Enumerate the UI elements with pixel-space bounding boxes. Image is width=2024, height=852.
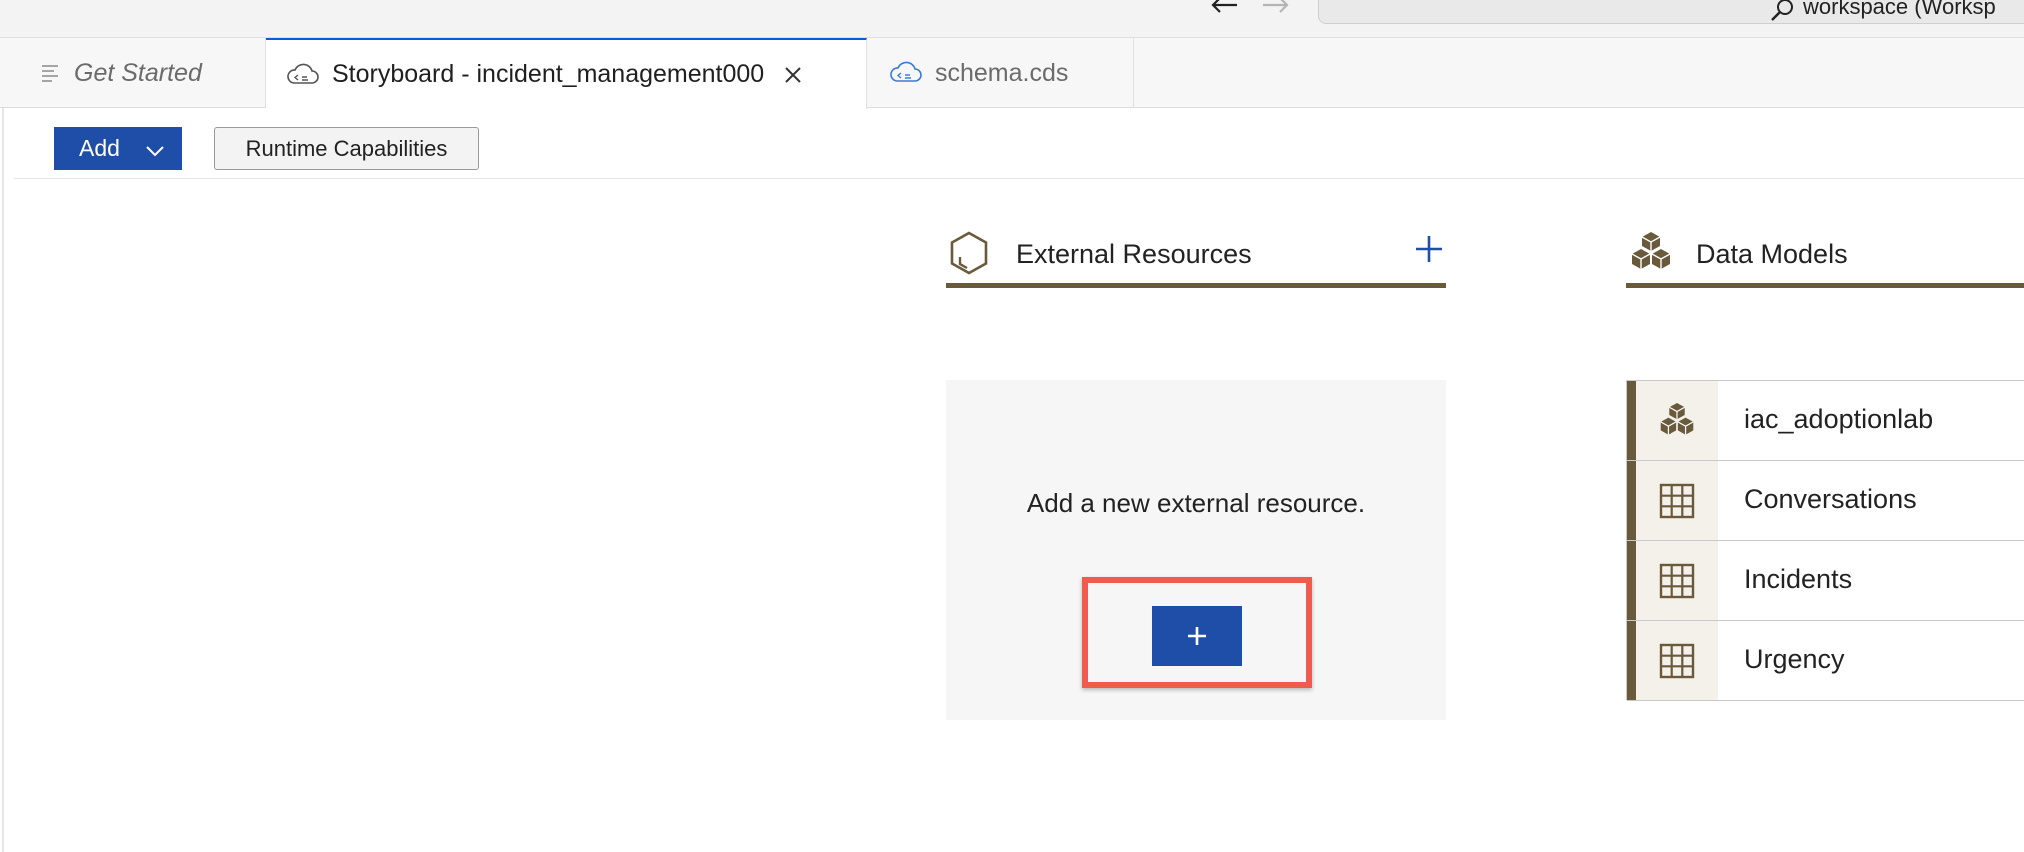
forward-arrow-icon[interactable] [1258,0,1294,16]
title-bar: workspace (Worksp [0,0,2024,38]
plus-icon [1188,627,1206,645]
search-text: workspace (Worksp [1803,0,1996,19]
list-item[interactable]: Urgency [1627,621,2024,701]
empty-state-message: Add a new external resource. [1026,488,1366,518]
data-models-list: iac_adoptionlab Conversations Incidents … [1626,380,2024,701]
row-accent-bar [1627,461,1636,540]
table-icon [1636,621,1718,700]
tab-label: Storyboard - incident_management000 [332,60,765,88]
data-models-title: Data Models [1696,239,1848,269]
lines-icon [40,58,60,88]
add-dropdown-button[interactable]: Add [54,127,182,170]
add-button-label: Add [79,135,120,161]
tab-label: Get Started [74,58,202,87]
cloud-code-icon [889,58,923,88]
cube-icon [1630,230,1672,276]
table-icon [1636,541,1718,620]
chevron-down-icon [144,139,166,157]
data-model-label: iac_adoptionlab [1744,404,1934,434]
external-resources-title: External Resources [1016,239,1252,269]
back-arrow-icon[interactable] [1206,0,1242,16]
tab-schema-cds[interactable]: schema.cds [867,38,1134,108]
cube-icon [1636,381,1718,460]
external-resources-empty-panel: Add a new external resource. [946,380,1446,720]
list-item[interactable]: Conversations [1627,461,2024,541]
editor-left-border [2,108,4,852]
command-center-search[interactable]: workspace (Worksp [1318,0,2024,24]
list-item[interactable]: iac_adoptionlab [1627,381,2024,461]
data-model-label: Urgency [1744,644,1845,674]
list-item[interactable]: Incidents [1627,541,2024,621]
data-model-label: Conversations [1744,484,1917,514]
external-resource-icon [948,230,990,276]
data-models-header: Data Models [1626,228,2024,288]
row-accent-bar [1627,621,1636,700]
search-icon [1767,0,1797,23]
storyboard-toolbar: Add Runtime Capabilities [14,108,2024,179]
add-external-resource-plus-icon[interactable] [1412,230,1446,268]
tab-get-started[interactable]: Get Started [4,38,266,108]
tab-storyboard[interactable]: Storyboard - incident_management000 [266,38,867,109]
row-accent-bar [1627,381,1636,460]
editor-tab-bar: Get Started Storyboard - incident_manage… [0,38,2024,109]
tab-label: schema.cds [935,58,1069,87]
runtime-capabilities-button[interactable]: Runtime Capabilities [214,127,479,170]
external-resources-header: External Resources [946,228,1446,288]
cloud-code-icon [286,60,320,90]
table-icon [1636,461,1718,540]
row-accent-bar [1627,541,1636,620]
add-external-resource-button[interactable] [1152,606,1242,666]
close-icon[interactable] [780,62,806,88]
data-model-label: Incidents [1744,564,1853,594]
